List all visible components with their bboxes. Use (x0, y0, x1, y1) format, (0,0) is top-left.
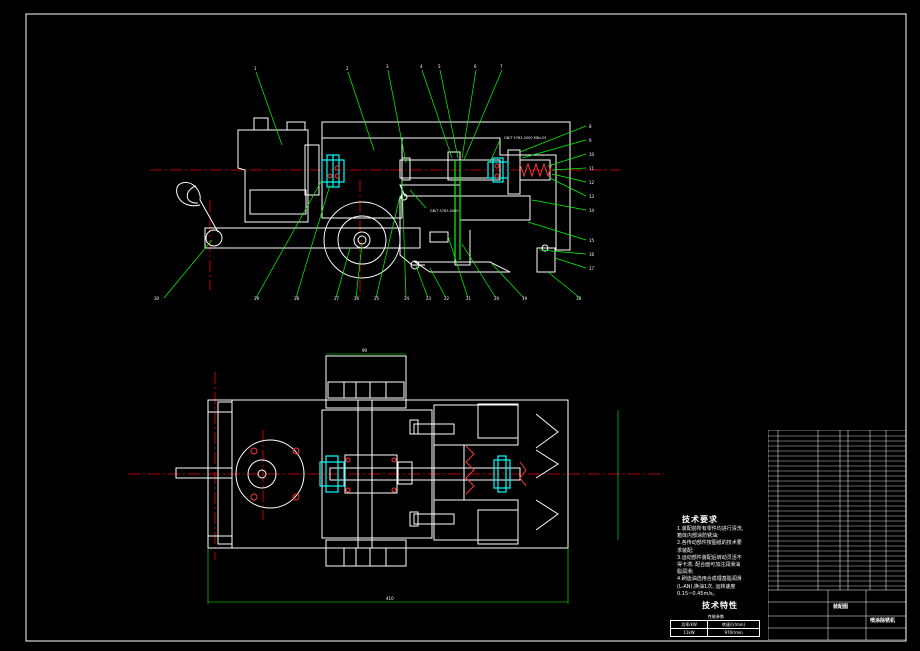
callout-right: 11 (589, 166, 595, 171)
tech-requirements-title: 技术要求 (682, 515, 718, 524)
callout-bottom: 26 (354, 296, 360, 301)
callout-bottom: 18 (576, 296, 582, 301)
callout-bottom: 25 (374, 296, 380, 301)
callout-right: 8 (589, 124, 592, 129)
callout-top: 4 (420, 64, 423, 69)
tech-requirement-line: 4.刷齿油选用合成锂基脂润滑 (677, 576, 742, 583)
callout-top: 2 (346, 66, 349, 71)
callout-right: 10 (589, 152, 595, 157)
callout-bottom: 22 (444, 296, 450, 301)
callout-bottom: 24 (404, 296, 410, 301)
callout-top: 3 (386, 64, 389, 69)
callout-numbers: 1 2 3 4 5 6 7 8 9 10 11 12 13 14 15 16 1… (154, 64, 595, 301)
dimension-top: 90 (362, 348, 368, 353)
table-row: 11kW 970r/min (669, 628, 760, 637)
callout-right: 15 (589, 238, 595, 243)
leader-lines (163, 69, 587, 299)
callout-top: 5 (438, 64, 441, 69)
drawing-name: 装配图 (833, 604, 849, 610)
tech-requirement-line: 2.各传动部件按图纸的技术要 (677, 540, 742, 547)
table-header-cell: 功率/kW (669, 620, 709, 629)
front-elevation-view (150, 117, 620, 300)
tech-requirement-line: 0.15~0.45m/s。 (677, 590, 718, 597)
bolt-markers-front (327, 163, 500, 179)
callout-right: 12 (589, 180, 595, 185)
callout-bottom: 21 (466, 296, 472, 301)
table-cell: 970r/min (707, 628, 760, 637)
coupling-front (321, 154, 509, 260)
callout-top: 6 (474, 64, 477, 69)
table-header-cell: 转速/(r/min) (707, 620, 760, 629)
tech-requirement-line: 求装配; (677, 547, 694, 554)
callout-right: 14 (589, 208, 595, 213)
plan-dimensions (207, 353, 619, 604)
dimension-bottom: 410 (386, 596, 394, 601)
spec-label: GB/T 5783-2000 M8×25 (504, 136, 546, 140)
tech-requirement-line: (L-AN),换油1次, 运转速度 (677, 583, 736, 590)
callout-bottom: 28 (294, 296, 300, 301)
callout-top: 7 (500, 64, 503, 69)
bolt-markers-plan (250, 445, 527, 501)
callout-bottom: 20 (494, 296, 500, 301)
callout-top: 1 (254, 66, 257, 71)
callout-bottom: 30 (154, 296, 160, 301)
table-cell: 11kW (669, 628, 709, 637)
callout-bottom: 19 (522, 296, 528, 301)
spec-label: GB/T 5783-2000 (430, 209, 459, 213)
tech-specs-table: 功率/kW 转速/(r/min) 11kW 970r/min (669, 620, 760, 637)
callout-right: 13 (589, 194, 595, 199)
tech-requirement-line: 3.运动部件装配后转动灵活不 (677, 554, 742, 561)
callout-bottom: 27 (334, 296, 340, 301)
tech-specs-title: 技术特性 (702, 601, 738, 610)
callout-bottom: 23 (426, 296, 432, 301)
callout-right: 17 (589, 266, 595, 271)
callout-right: 16 (589, 252, 595, 257)
tech-requirements-list: 1.装配前所有零件均进行清洗, 箱体内部涂防锈油; 2.各传动部件按图纸的技术要… (677, 526, 767, 598)
product-name: 喷涂除锈机 (870, 618, 896, 624)
callout-bottom: 29 (254, 296, 260, 301)
callout-right: 9 (589, 138, 592, 143)
table-row: 功率/kW 转速/(r/min) (669, 620, 760, 629)
